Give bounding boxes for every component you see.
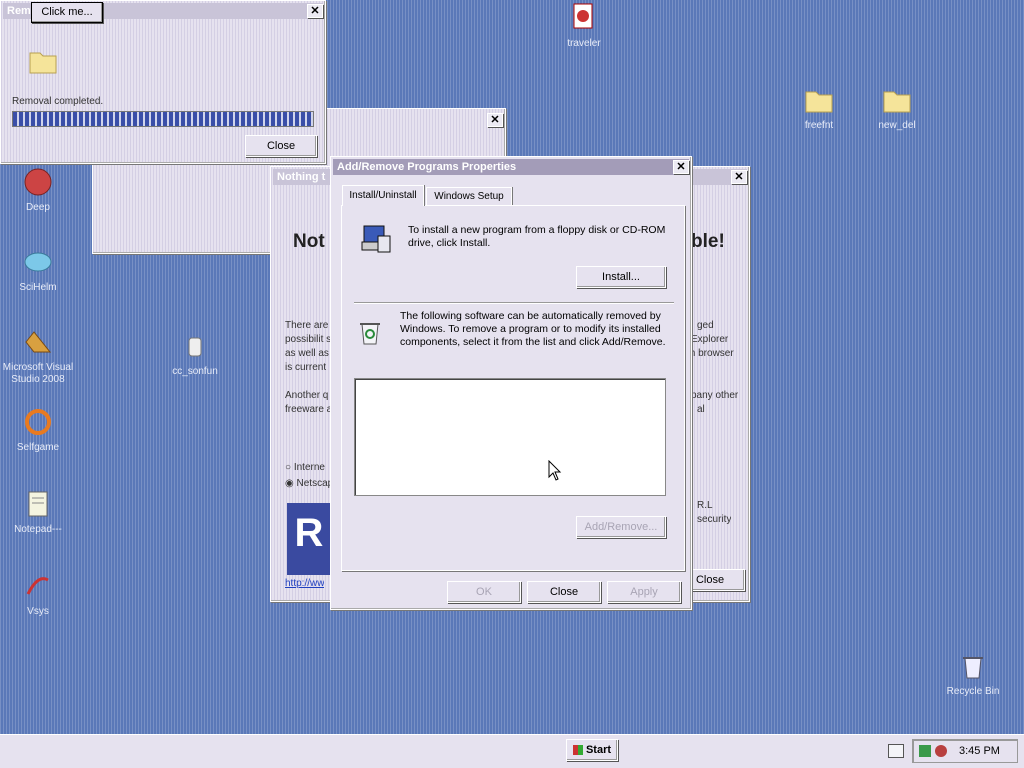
background-dialog-para-line: freeware a [285, 404, 333, 415]
install-instructions: To install a new program from a floppy d… [408, 224, 666, 249]
remove-instructions: The following software can be automatica… [400, 310, 666, 348]
background-dialog-right-line: al [697, 404, 705, 415]
start-label: Start [585, 744, 612, 756]
background-dialog-right-line: ged [697, 320, 714, 331]
background-dialog-heading-left: Not [293, 231, 325, 252]
background-dialog-right-line: th browser [687, 348, 734, 359]
removal-close-button[interactable]: Close [245, 135, 317, 157]
radio-internet[interactable]: ○ Interne [285, 461, 325, 475]
desktop-icon-deep[interactable]: Deep [0, 166, 78, 214]
installer-icon [360, 222, 394, 259]
removal-status-text: Removal completed. [12, 96, 104, 107]
removal-progress-fill [13, 112, 313, 126]
desktop-icon-visual-studio[interactable]: Microsoft Visual Studio 2008 [0, 326, 78, 386]
background-dialog-para-line: Another q [285, 390, 329, 401]
radio-internet-label: Interne [293, 462, 325, 473]
background-dialog-heading-right: ble! [691, 231, 725, 252]
start-button[interactable]: Start [566, 739, 618, 761]
background-dialog-para-line: as well as [285, 348, 329, 359]
desktop-icon-selfgame[interactable]: Selfgame [0, 406, 78, 454]
folder-icon [27, 45, 59, 80]
close-icon[interactable]: ✕ [673, 160, 689, 174]
traveler-icon [568, 2, 600, 34]
tab-install-uninstall[interactable]: Install/Uninstall [342, 185, 424, 206]
ok-button[interactable]: OK [447, 581, 521, 603]
app-icon [22, 570, 54, 602]
close-button[interactable]: Close [527, 581, 601, 603]
close-icon[interactable]: ✕ [731, 170, 747, 184]
tab-windows-setup-label: Windows Setup [434, 191, 504, 202]
desktop-icon-notepad[interactable]: Notepad--- [0, 488, 78, 536]
addremove-dialog: Add/Remove Programs Properties ✕ Install… [330, 156, 692, 610]
removal-window: Remo Click me... ✕ Removal completed. Cl… [0, 0, 326, 164]
background-dialog-right-line: pany other [691, 390, 739, 401]
separator [354, 302, 674, 304]
folder-icon [881, 84, 913, 116]
installed-programs-list[interactable] [354, 378, 666, 496]
close-icon[interactable]: ✕ [487, 113, 503, 127]
logo-image: R [287, 503, 331, 575]
desktop-icon-cc-sonfun[interactable]: cc_sonfun [155, 330, 235, 378]
folder-icon [803, 84, 835, 116]
tab-windows-setup[interactable]: Windows Setup [426, 187, 512, 206]
tab-install-uninstall-label: Install/Uninstall [349, 190, 417, 201]
quick-launch-icon[interactable] [888, 744, 904, 758]
app-icon [22, 166, 54, 198]
taskbar: Start 3:45 PM [0, 734, 1024, 768]
notepad-icon [22, 488, 54, 520]
clock: 3:45 PM [959, 745, 1000, 757]
background-dialog-para-line: There are [285, 320, 329, 331]
app-icon [22, 406, 54, 438]
close-icon[interactable]: ✕ [307, 4, 323, 18]
recycle-icon [354, 316, 386, 351]
windows-logo-icon [572, 745, 583, 756]
desktop-icon-scihelm[interactable]: SciHelm [0, 246, 78, 294]
click-me-button[interactable]: Click me... [31, 2, 103, 23]
apply-button[interactable]: Apply [607, 581, 681, 603]
visual-studio-icon [22, 326, 54, 358]
addremove-dialog-title: Add/Remove Programs Properties [333, 159, 689, 175]
background-dialog-para-line: possibilit s [285, 334, 332, 345]
background-dialog-para-line: is current [285, 362, 327, 373]
app-icon [179, 330, 211, 362]
desktop-icon-traveler[interactable]: traveler [544, 2, 624, 50]
desktop-icon-recycle-bin[interactable]: Recycle Bin [933, 650, 1013, 698]
app-icon [22, 246, 54, 278]
install-button[interactable]: Install... [576, 266, 666, 288]
network-icon[interactable] [919, 745, 931, 757]
recycle-bin-icon [957, 650, 989, 682]
removal-progress-bar [12, 111, 314, 127]
background-dialog-right-line: security [697, 514, 732, 525]
desktop-icon-freefnt[interactable]: freefnt [779, 84, 859, 132]
homepage-link[interactable]: http://ww [285, 577, 324, 591]
desktop-icon-vsys[interactable]: Vsys [0, 570, 78, 618]
system-tray: 3:45 PM [912, 739, 1018, 763]
add-remove-button[interactable]: Add/Remove... [576, 516, 666, 538]
background-dialog-right-line: R.L [697, 500, 713, 511]
tab-panel: To install a new program from a floppy d… [341, 205, 685, 571]
volume-icon[interactable] [935, 745, 947, 757]
background-dialog-right-line: Explorer [691, 334, 729, 345]
mouse-cursor [548, 459, 562, 485]
desktop-icon-new-del[interactable]: new_del [857, 84, 937, 132]
